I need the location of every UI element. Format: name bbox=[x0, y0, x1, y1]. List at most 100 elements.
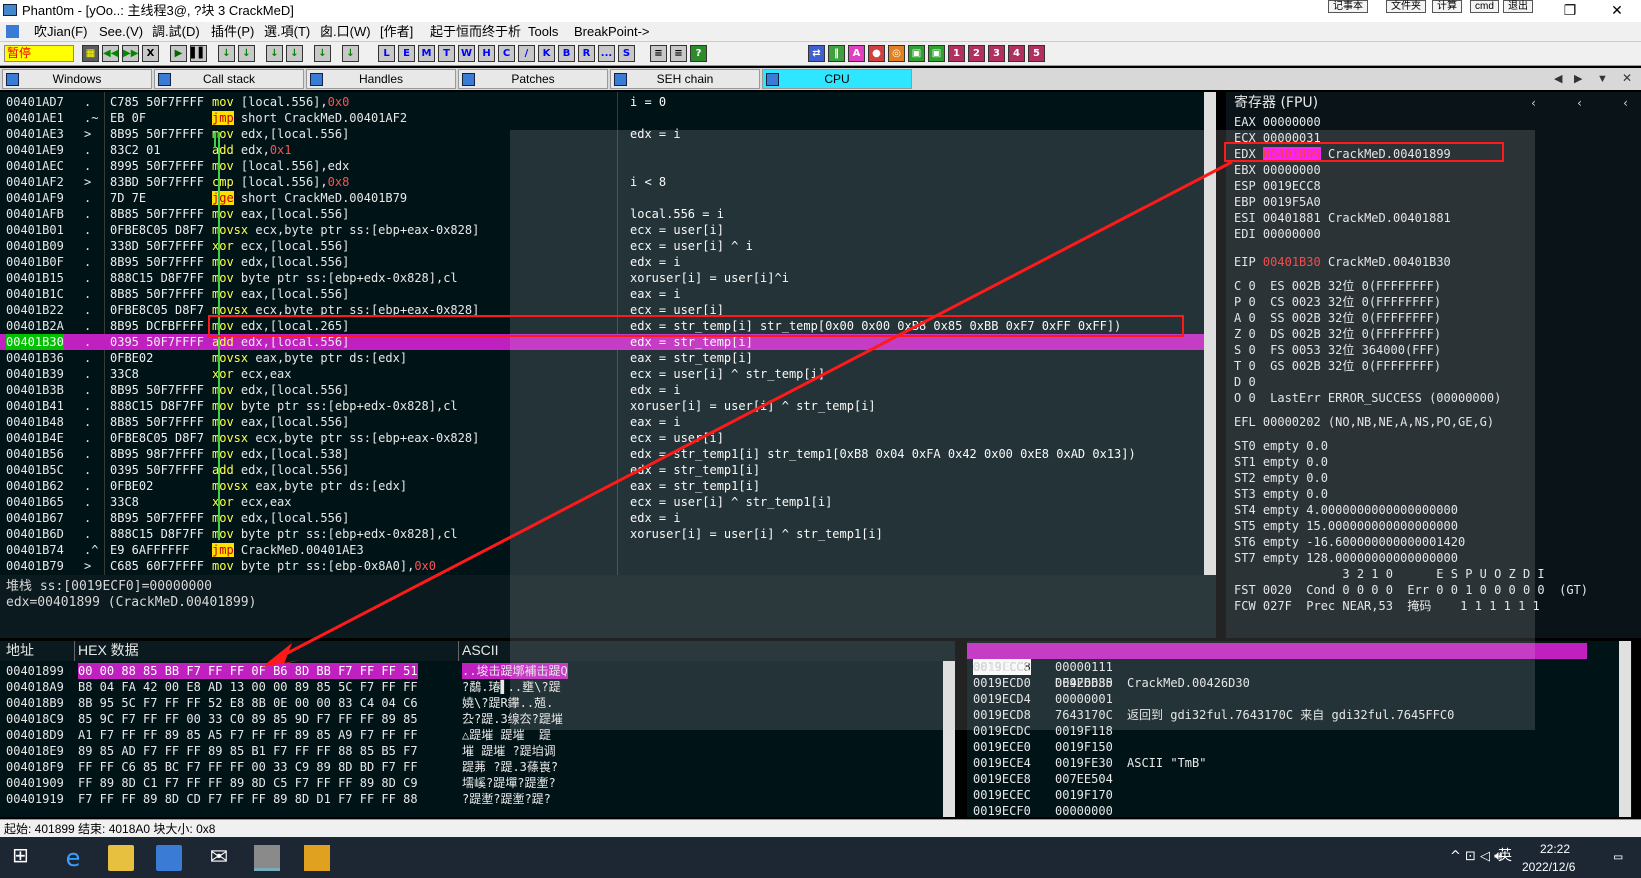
restart-button[interactable]: ◀◀ bbox=[102, 45, 119, 62]
disasm-row[interactable]: 00401B01. 0FBE8C05 D8F7 movsx ecx,byte ptr… bbox=[0, 222, 1216, 238]
log-window-button[interactable]: L bbox=[378, 45, 395, 62]
memory-button[interactable]: M bbox=[418, 45, 435, 62]
clock-time[interactable]: 22:22 bbox=[1540, 841, 1570, 857]
disasm-row[interactable]: 00401B56. 8B95 98F7FFFF mov edx,[local.538… bbox=[0, 446, 1216, 462]
pause-button[interactable]: ▌▌ bbox=[190, 45, 207, 62]
fpu-st-row[interactable]: ST5 empty 15.000000000000000000 bbox=[1234, 518, 1458, 534]
close-process-button[interactable]: X bbox=[142, 45, 159, 62]
tab-list-icon[interactable]: ▼ bbox=[1597, 71, 1608, 87]
dump-row[interactable]: 004018A9 B8 04 FA 42 00 E8 AD 13 00 00 89… bbox=[0, 679, 940, 695]
stack-row[interactable]: 0019ECE8 007EE504 bbox=[967, 771, 1607, 787]
disasm-row[interactable]: 00401B65. 33C8 xor ecx,eax ecx = user[i] ^ … bbox=[0, 494, 1216, 510]
registers-pane[interactable]: 寄存器 (FPU) ‹ ‹ ‹ EAX 00000000 ECX 0000003… bbox=[1226, 92, 1641, 638]
breakpoints-button[interactable]: B bbox=[558, 45, 575, 62]
plugin-notepad-button[interactable]: 记事本 bbox=[1328, 0, 1368, 13]
stack-row[interactable]: 0019ECD0 00426D30 CrackMeD.00426D30 bbox=[967, 675, 1607, 691]
stack-scrollbar[interactable] bbox=[1619, 641, 1631, 817]
references-button[interactable]: R bbox=[578, 45, 595, 62]
register-edi[interactable]: EDI 00000000 bbox=[1234, 226, 1328, 242]
hex-dump-pane[interactable]: 00401899 00 00 88 85 BB F7 FF FF 0F B6 8D… bbox=[0, 661, 955, 817]
flag-row[interactable]: P 0 CS 0023 32位 0(FFFFFFFF) bbox=[1234, 294, 1441, 310]
register-ebx[interactable]: EBX 00000000 bbox=[1234, 162, 1328, 178]
menu-plugins[interactable]: 插件(P) bbox=[211, 24, 254, 40]
tab-windows[interactable]: Windows bbox=[2, 69, 152, 89]
menu-window[interactable]: 囱.口(W) bbox=[320, 24, 371, 40]
source-button[interactable]: S bbox=[618, 45, 635, 62]
disasm-row[interactable]: 00401B3B. 8B95 50F7FFFF mov edx,[local.556… bbox=[0, 382, 1216, 398]
menu-view[interactable]: See.(V) bbox=[99, 24, 143, 40]
appearance-button[interactable]: ≡ bbox=[670, 45, 687, 62]
clock-date[interactable]: 2022/12/6 bbox=[1522, 859, 1575, 875]
dump-row[interactable]: 004018D9 A1 F7 FF FF 89 85 A5 F7 FF FF 89… bbox=[0, 727, 940, 743]
stack-row[interactable]: 0019ECE0 0019F150 bbox=[967, 739, 1607, 755]
flag-row[interactable]: D 0 bbox=[1234, 374, 1256, 390]
dump-row[interactable]: 004018E9 89 85 AD F7 FF FF 89 85 B1 F7 FF… bbox=[0, 743, 940, 759]
app-taskbar-icon[interactable] bbox=[304, 845, 330, 871]
plugin-exit-button[interactable]: 退出 bbox=[1503, 0, 1533, 13]
tab-scroll-left-icon[interactable]: ◀ bbox=[1554, 71, 1562, 87]
menu-breakpoint[interactable]: BreakPoint-> bbox=[574, 24, 650, 40]
fpu-st-row[interactable]: ST1 empty 0.0 bbox=[1234, 454, 1328, 470]
pause-all-icon[interactable]: ‖ bbox=[828, 45, 845, 62]
disasm-row[interactable]: 00401B09. 338D 50F7FFFF xor ecx,[local.556… bbox=[0, 238, 1216, 254]
dump-row[interactable]: 004018C9 85 9C F7 FF FF 00 33 C0 89 85 9D… bbox=[0, 711, 940, 727]
disasm-row[interactable]: 00401B41. 888C15 D8F7FF mov byte ptr ss:[e… bbox=[0, 398, 1216, 414]
execute-till-return-button[interactable]: ↓ bbox=[314, 45, 331, 62]
reg-prev3-icon[interactable]: ‹ bbox=[1622, 95, 1629, 111]
disasm-row[interactable]: 00401B5C. 0395 50F7FFFF add edx,[local.556… bbox=[0, 462, 1216, 478]
fpu-st-row[interactable]: ST6 empty -16.600000000000001420 bbox=[1234, 534, 1465, 550]
options-button[interactable]: ≡ bbox=[650, 45, 667, 62]
forward-button[interactable]: ▶▶ bbox=[122, 45, 139, 62]
slot-2-button[interactable]: 2 bbox=[968, 45, 985, 62]
disasm-row[interactable]: 00401B79 > C685 60F7FFFF mov byte ptr ss:[e… bbox=[0, 558, 1216, 574]
disassembly-scrollbar[interactable] bbox=[1204, 92, 1216, 575]
disasm-row[interactable]: 00401AF9. 7D 7E jge short CrackMeD.00401B7… bbox=[0, 190, 1216, 206]
menu-tools[interactable]: Tools bbox=[528, 24, 558, 40]
stack-top-row[interactable]: 0019ECC8 DE9ED685 bbox=[967, 643, 1587, 690]
menu-debug[interactable]: 調.試(D) bbox=[152, 24, 200, 40]
fpu-st-row[interactable]: ST2 empty 0.0 bbox=[1234, 470, 1328, 486]
menu-motto[interactable]: 起于恒而终于析 bbox=[430, 24, 521, 40]
open-icon[interactable]: ▦ bbox=[82, 45, 99, 62]
fcw-row[interactable]: FCW 027F Prec NEAR,53 掩码 1 1 1 1 1 1 bbox=[1234, 598, 1540, 614]
disasm-row[interactable]: 00401AFB. 8B85 50F7FFFF mov eax,[local.556… bbox=[0, 206, 1216, 222]
tab-seh-chain[interactable]: SEH chain bbox=[610, 69, 760, 89]
efl-row[interactable]: EFL 00000202 (NO,NB,NE,A,NS,PO,GE,G) bbox=[1234, 414, 1494, 430]
handles-button[interactable]: H bbox=[478, 45, 495, 62]
menu-file[interactable]: 吹Jian(F) bbox=[34, 24, 87, 40]
reg-prev2-icon[interactable]: ‹ bbox=[1576, 95, 1583, 111]
stack-row[interactable]: 0019ECD4 00000001 bbox=[967, 691, 1607, 707]
restore-icon[interactable]: ❐ bbox=[1558, 1, 1582, 19]
ime-indicator[interactable]: 英 bbox=[1498, 848, 1512, 864]
dump-row[interactable]: 00401909 FF 89 8D C1 F7 FF FF 89 8D C5 F7… bbox=[0, 775, 940, 791]
plugin-grid-b-button[interactable]: ▣ bbox=[928, 45, 945, 62]
register-eax[interactable]: EAX 00000000 bbox=[1234, 114, 1328, 130]
mail-icon[interactable]: ✉ bbox=[206, 845, 232, 871]
swap-icon[interactable]: ⇄ bbox=[808, 45, 825, 62]
tab-call-stack[interactable]: Call stack bbox=[154, 69, 304, 89]
tab-cpu[interactable]: CPU bbox=[762, 69, 912, 89]
flag-row[interactable]: Z 0 DS 002B 32位 0(FFFFFFFF) bbox=[1234, 326, 1441, 342]
plugin-calc-button[interactable]: 计算 bbox=[1432, 0, 1462, 13]
threads-button[interactable]: T bbox=[438, 45, 455, 62]
dump-row[interactable]: 004018B9 8B 95 5C F7 FF FF 52 E8 8B 0E 00… bbox=[0, 695, 940, 711]
debugger-taskbar-icon[interactable] bbox=[254, 845, 280, 871]
stack-row[interactable]: 0019ECCC 00000111 bbox=[967, 659, 1607, 675]
patches-button[interactable]: / bbox=[518, 45, 535, 62]
step-into-button[interactable]: ↓ bbox=[218, 45, 235, 62]
tab-close-icon[interactable]: ✕ bbox=[1622, 70, 1632, 86]
flag-row[interactable]: O 0 LastErr ERROR_SUCCESS (00000000) bbox=[1234, 390, 1501, 406]
trace-into-button[interactable]: ↓ bbox=[266, 45, 283, 62]
windows-start-icon[interactable]: ⊞ bbox=[12, 845, 29, 865]
disasm-row[interactable]: 00401B67. 8B95 50F7FFFF mov edx,[local.556… bbox=[0, 510, 1216, 526]
menu-options[interactable]: 選.項(T) bbox=[264, 24, 310, 40]
tray-icons[interactable]: ^ ⊡ ◁ 🔊︎ bbox=[1450, 849, 1502, 865]
dump-scrollbar[interactable] bbox=[943, 661, 955, 817]
plugin-grid-a-button[interactable]: ▣ bbox=[908, 45, 925, 62]
dump-row[interactable]: 00401919 F7 FF FF 89 8D CD F7 FF FF 89 8D… bbox=[0, 791, 940, 807]
fpu-bits-row[interactable]: 3 2 1 0 E S P U O Z D I bbox=[1234, 566, 1544, 582]
stack-row[interactable]: 0019ECEC 0019F170 bbox=[967, 787, 1607, 803]
disasm-row[interactable]: 00401AE9. 83C2 01 add edx,0x1 bbox=[0, 142, 1216, 158]
plugin-a-button[interactable]: A bbox=[848, 45, 865, 62]
plugin-record-button[interactable]: ● bbox=[868, 45, 885, 62]
